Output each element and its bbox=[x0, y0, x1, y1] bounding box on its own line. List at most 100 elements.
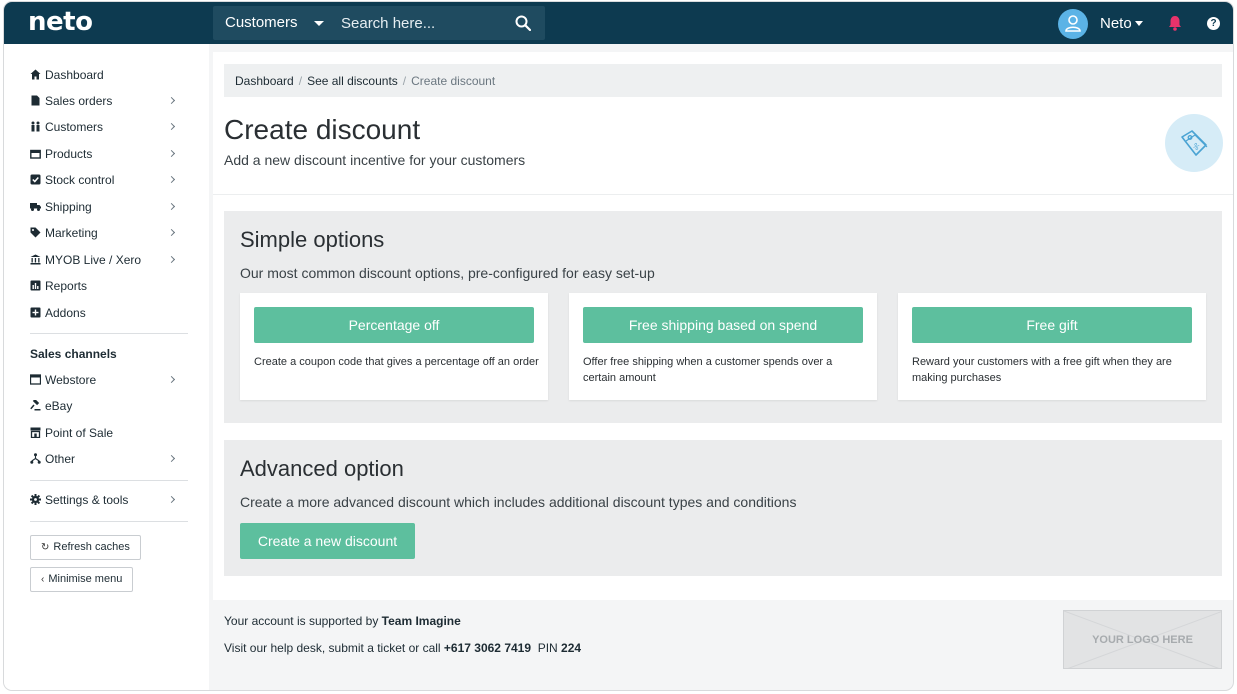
chevron-right-icon bbox=[167, 122, 176, 131]
app-window: neto Customers Neto ? Dashbo bbox=[4, 2, 1233, 690]
discount-tags-icon: % bbox=[1165, 114, 1223, 172]
simple-options-panel: Simple options Our most common discount … bbox=[224, 211, 1222, 423]
sidebar-item-reports[interactable]: Reports bbox=[28, 277, 180, 297]
avatar[interactable] bbox=[1058, 9, 1088, 39]
document-icon bbox=[31, 95, 40, 106]
sidebar-item-other[interactable]: Other bbox=[28, 450, 180, 470]
page-subtitle: Add a new discount incentive for your cu… bbox=[224, 152, 526, 168]
pin-number: 224 bbox=[561, 641, 582, 655]
chevron-right-icon bbox=[167, 149, 176, 158]
sidebar-item-dashboard[interactable]: Dashboard bbox=[28, 66, 180, 86]
search-input[interactable] bbox=[341, 11, 506, 35]
help-desk-link[interactable]: Visit our help desk, bbox=[224, 641, 325, 655]
sidebar-item-settings-tools[interactable]: Settings & tools bbox=[28, 491, 180, 511]
free-gift-description: Reward your customers with a free gift w… bbox=[912, 356, 1172, 384]
page-title: Create discount bbox=[224, 114, 421, 145]
plus-square-icon bbox=[30, 307, 41, 318]
people-icon bbox=[31, 121, 40, 132]
box-icon bbox=[30, 149, 41, 159]
free-gift-card: Free gift Reward your customers with a f… bbox=[898, 293, 1206, 400]
bank-icon bbox=[30, 254, 41, 265]
neto-logo[interactable]: neto bbox=[28, 7, 93, 37]
support-prefix: Your account is supported by bbox=[224, 614, 379, 628]
breadcrumb-separator: / bbox=[298, 74, 303, 88]
sidebar-item-ebay[interactable]: eBay bbox=[28, 397, 180, 417]
sidebar-item-label: Dashboard bbox=[45, 68, 104, 82]
percentage-off-card: Percentage off Create a coupon code that… bbox=[240, 293, 548, 400]
percentage-off-description: Create a coupon code that gives a percen… bbox=[254, 356, 539, 368]
tag-icon bbox=[30, 227, 41, 238]
sidebar-item-shipping[interactable]: Shipping bbox=[28, 198, 180, 218]
free-shipping-card: Free shipping based on spend Offer free … bbox=[569, 293, 877, 400]
refresh-caches-label: Refresh caches bbox=[53, 541, 130, 553]
breadcrumb-see-all-discounts[interactable]: See all discounts bbox=[307, 74, 398, 88]
phone-number: +617 3062 7419 bbox=[443, 641, 532, 655]
network-icon bbox=[30, 453, 41, 464]
free-shipping-description: Offer free shipping when a customer spen… bbox=[583, 356, 833, 384]
home-icon bbox=[30, 69, 41, 80]
sidebar-item-label: Point of Sale bbox=[45, 426, 114, 440]
breadcrumb-separator: / bbox=[402, 74, 407, 88]
chevron-right-icon bbox=[167, 255, 176, 264]
chevron-left-icon: ‹ bbox=[41, 574, 45, 585]
minimise-menu-label: Minimise menu bbox=[48, 573, 123, 585]
search-icon[interactable] bbox=[515, 15, 531, 31]
sidebar-item-label: Products bbox=[45, 147, 93, 161]
contact-info: Visit our help desk, submit a ticket or … bbox=[224, 641, 581, 655]
advanced-option-subtitle: Create a more advanced discount which in… bbox=[240, 494, 797, 510]
free-shipping-button[interactable]: Free shipping based on spend bbox=[583, 307, 863, 343]
sidebar-item-products[interactable]: Products bbox=[28, 145, 180, 165]
sidebar-item-myob-xero[interactable]: MYOB Live / Xero bbox=[28, 251, 180, 271]
gavel-icon bbox=[30, 400, 41, 411]
sidebar-item-label: Stock control bbox=[45, 173, 115, 187]
logo-placeholder-text: YOUR LOGO HERE bbox=[1092, 634, 1193, 646]
help-icon[interactable]: ? bbox=[1207, 17, 1220, 30]
logo-placeholder: YOUR LOGO HERE bbox=[1063, 610, 1222, 669]
sidebar-item-label: Other bbox=[45, 452, 76, 466]
chevron-right-icon bbox=[167, 375, 176, 384]
percentage-off-button[interactable]: Percentage off bbox=[254, 307, 534, 343]
chevron-right-icon bbox=[167, 96, 176, 105]
simple-options-subtitle: Our most common discount options, pre-co… bbox=[240, 265, 655, 281]
chevron-down-icon[interactable] bbox=[314, 21, 324, 26]
chevron-right-icon bbox=[167, 454, 176, 463]
advanced-option-panel: Advanced option Create a more advanced d… bbox=[224, 440, 1222, 576]
refresh-caches-button[interactable]: ↻ Refresh caches bbox=[30, 535, 141, 560]
chevron-down-icon[interactable] bbox=[1135, 21, 1143, 26]
breadcrumb-dashboard[interactable]: Dashboard bbox=[235, 74, 294, 88]
search-scope-select[interactable]: Customers bbox=[225, 14, 298, 31]
user-menu[interactable]: Neto bbox=[1100, 15, 1132, 32]
sidebar-item-label: Reports bbox=[45, 279, 88, 293]
minimise-menu-button[interactable]: ‹ Minimise menu bbox=[30, 567, 134, 592]
sidebar: Dashboard Sales orders Customers Product… bbox=[4, 44, 209, 690]
sidebar-item-label: Settings & tools bbox=[45, 493, 129, 507]
simple-options-title: Simple options bbox=[240, 227, 385, 252]
browser-icon bbox=[30, 374, 41, 385]
sidebar-item-customers[interactable]: Customers bbox=[28, 118, 180, 138]
check-square-icon bbox=[30, 174, 41, 185]
refresh-icon: ↻ bbox=[41, 542, 50, 553]
sidebar-item-marketing[interactable]: Marketing bbox=[28, 224, 180, 244]
create-new-discount-button[interactable]: Create a new discount bbox=[240, 523, 415, 559]
breadcrumb-current: Create discount bbox=[411, 74, 496, 88]
bell-icon[interactable] bbox=[1168, 15, 1182, 31]
submit-ticket-link[interactable]: submit a ticket bbox=[329, 641, 406, 655]
sidebar-item-addons[interactable]: Addons bbox=[28, 304, 180, 324]
bar-chart-icon bbox=[30, 280, 41, 291]
sidebar-item-stock-control[interactable]: Stock control bbox=[28, 171, 180, 191]
sidebar-item-label: Sales orders bbox=[45, 94, 113, 108]
top-bar: neto Customers Neto ? bbox=[4, 2, 1233, 44]
free-gift-button[interactable]: Free gift bbox=[912, 307, 1192, 343]
user-icon bbox=[1065, 15, 1081, 32]
sidebar-divider bbox=[30, 480, 188, 481]
call-text: or call bbox=[408, 641, 441, 655]
breadcrumb: Dashboard / See all discounts / Create disco… bbox=[224, 64, 1222, 97]
search-bar: Customers bbox=[213, 6, 545, 40]
sidebar-item-label: Shipping bbox=[45, 200, 92, 214]
support-info: Your account is supported by Team Imagin… bbox=[224, 614, 461, 628]
sidebar-item-webstore[interactable]: Webstore bbox=[28, 371, 180, 391]
truck-icon bbox=[30, 203, 41, 211]
pin-label: PIN bbox=[537, 641, 558, 655]
sidebar-item-point-of-sale[interactable]: Point of Sale bbox=[28, 424, 180, 444]
sidebar-item-sales-orders[interactable]: Sales orders bbox=[28, 92, 180, 112]
